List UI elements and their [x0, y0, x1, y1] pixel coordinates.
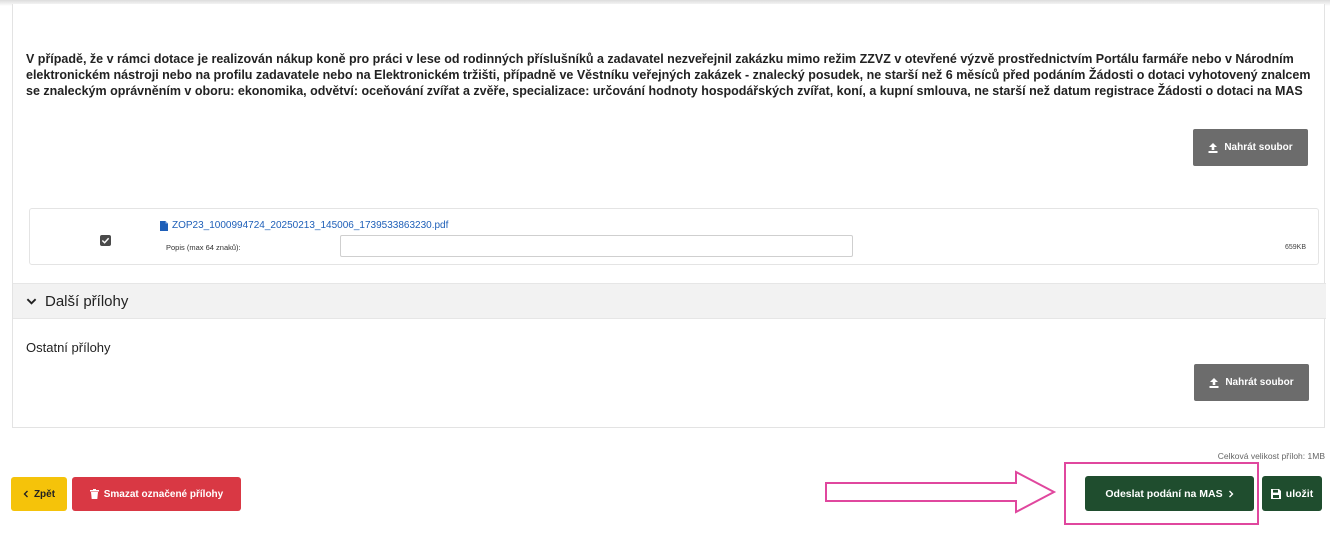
back-label: Zpět: [33, 488, 56, 500]
total-attachments-size: Celková velikost příloh: 1MB: [1217, 451, 1325, 461]
file-download-link[interactable]: ZOP23_1000994724_20250213_145006_1739533…: [160, 220, 448, 231]
upload-other-file-label: Nahrát soubor: [1225, 377, 1294, 388]
save-button[interactable]: uložit: [1262, 476, 1322, 511]
checkmark-icon: [101, 237, 110, 244]
file-name: ZOP23_1000994724_20250213_145006_1739533…: [172, 220, 449, 231]
send-to-mas-button[interactable]: Odeslat podání na MAS: [1085, 476, 1254, 511]
file-select-checkbox[interactable]: [100, 235, 111, 246]
chevron-right-icon: [1228, 490, 1234, 497]
upload-other-file-button[interactable]: Nahrát soubor: [1194, 364, 1309, 401]
section-title: Další přílohy: [45, 292, 129, 310]
annotation-arrow: [825, 470, 1057, 514]
delete-selected-label: Smazat označené přílohy: [103, 488, 224, 500]
popis-label: Popis (max 64 znaků):: [166, 243, 241, 252]
other-attachments-toggle[interactable]: Další přílohy: [13, 283, 1326, 319]
other-attachments-label: Ostatní přílohy: [26, 340, 111, 355]
pdf-file-icon: [160, 220, 168, 231]
attachment-description: V případě, že v rámci dotace je realizov…: [26, 52, 1311, 98]
uploaded-file-row: ZOP23_1000994724_20250213_145006_1739533…: [29, 208, 1319, 265]
attachments-panel: V případě, že v rámci dotace je realizov…: [12, 4, 1326, 428]
save-label: uložit: [1285, 487, 1314, 500]
upload-file-label: Nahrát soubor: [1224, 142, 1293, 153]
send-to-mas-label: Odeslat podání na MAS: [1105, 487, 1223, 500]
upload-icon: [1209, 377, 1219, 388]
back-button[interactable]: Zpět: [11, 477, 67, 511]
chevron-down-icon: [26, 298, 37, 305]
chevron-left-icon: [23, 490, 28, 498]
upload-file-button[interactable]: Nahrát soubor: [1193, 129, 1308, 166]
popis-input[interactable]: [340, 235, 853, 257]
floppy-disk-icon: [1270, 488, 1281, 499]
delete-selected-button[interactable]: Smazat označené přílohy: [72, 477, 241, 511]
upload-icon: [1208, 142, 1218, 153]
file-size: 659KB: [1284, 244, 1306, 251]
trash-icon: [89, 489, 99, 499]
